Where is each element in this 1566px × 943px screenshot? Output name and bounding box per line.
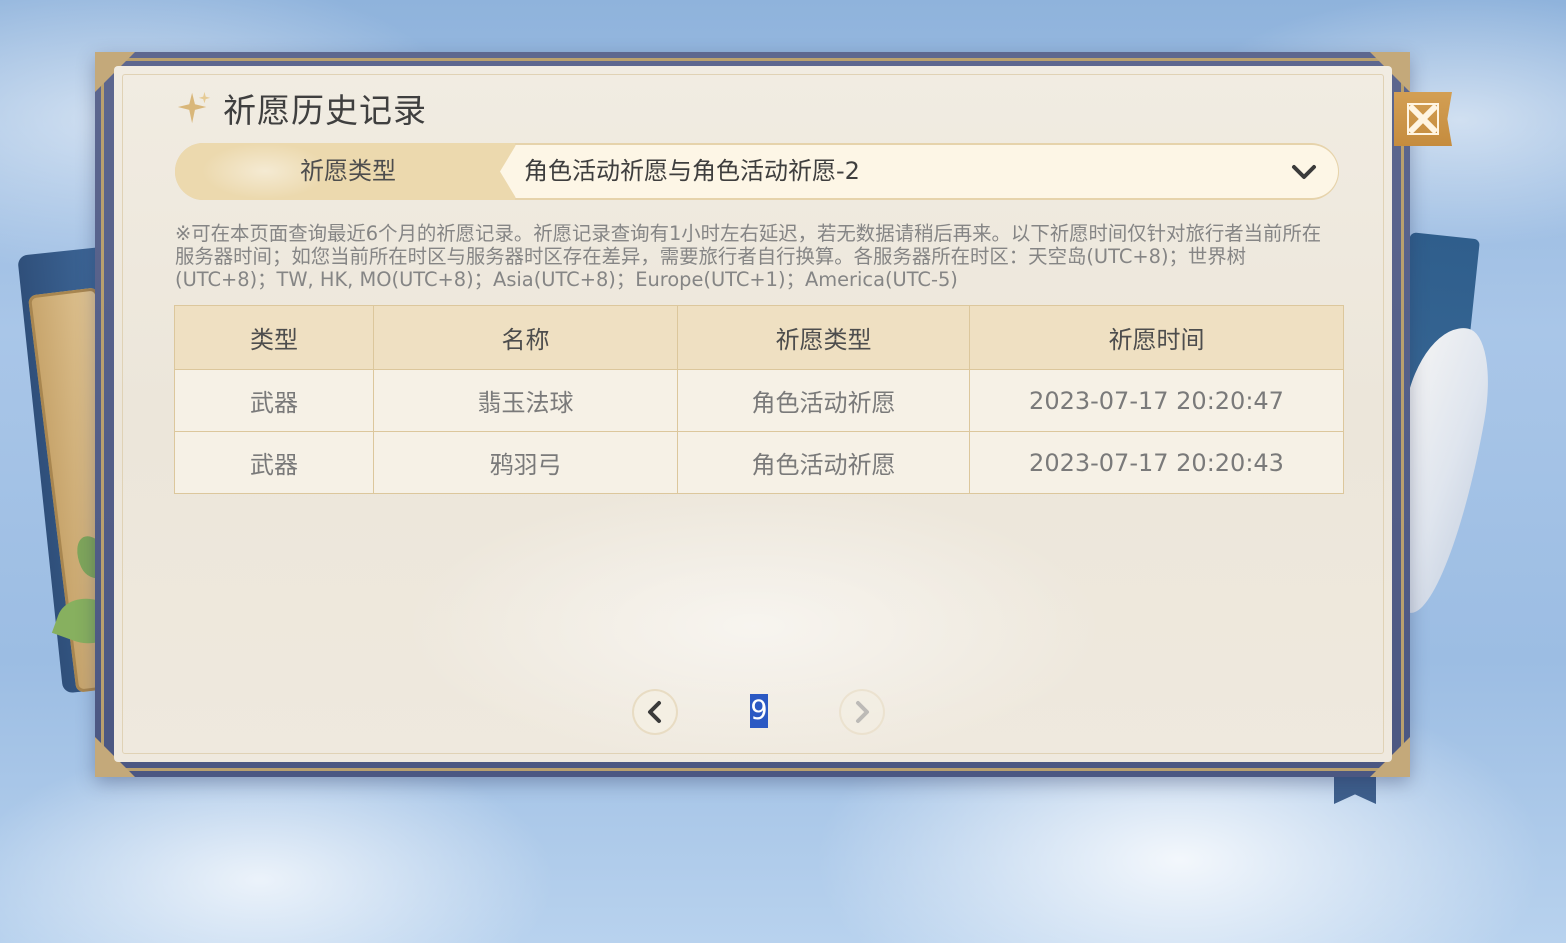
table-header-row: 类型 名称 祈愿类型 祈愿时间 [174, 305, 1344, 370]
dialog-header: 祈愿历史记录 [175, 85, 427, 130]
chevron-down-icon [1292, 165, 1316, 179]
current-page-number: 9 [750, 694, 768, 728]
cell-type: 武器 [174, 431, 374, 494]
cell-name: 翡玉法球 [373, 369, 678, 432]
chevron-left-icon [648, 701, 661, 723]
dropdown-selected-value: 角色活动祈愿与角色活动祈愿-2 [524, 157, 860, 185]
cell-name: 鸦羽弓 [373, 431, 678, 494]
sparkle-icon [177, 91, 211, 123]
close-icon [1407, 103, 1439, 135]
close-button[interactable] [1394, 92, 1452, 146]
column-header-name: 名称 [373, 305, 678, 370]
wish-type-dropdown[interactable]: 角色活动祈愿与角色活动祈愿-2 [500, 145, 1338, 198]
chevron-right-icon [856, 701, 869, 723]
cell-wish-type: 角色活动祈愿 [677, 431, 970, 494]
next-page-button[interactable] [841, 691, 883, 733]
cell-time: 2023-07-17 20:20:47 [969, 369, 1344, 432]
cell-type: 武器 [174, 369, 374, 432]
filter-label: 祈愿类型 [300, 157, 396, 185]
cell-time: 2023-07-17 20:20:43 [969, 431, 1344, 494]
cell-wish-type: 角色活动祈愿 [677, 369, 970, 432]
page-title: 祈愿历史记录 [223, 90, 427, 130]
table-row: 武器 鸦羽弓 角色活动祈愿 2023-07-17 20:20:43 [174, 431, 1344, 494]
table-row: 武器 翡玉法球 角色活动祈愿 2023-07-17 20:20:47 [174, 369, 1344, 432]
wish-history-table: 类型 名称 祈愿类型 祈愿时间 武器 翡玉法球 角色活动祈愿 2023-07-1… [174, 305, 1344, 494]
column-header-time: 祈愿时间 [969, 305, 1344, 370]
column-header-wish-type: 祈愿类型 [677, 305, 970, 370]
filter-label-box: 祈愿类型 [175, 143, 515, 200]
notice-text: ※可在本页面查询最近6个月的祈愿记录。祈愿记录查询有1小时左右延迟，若无数据请稍… [175, 222, 1322, 291]
column-header-type: 类型 [174, 305, 374, 370]
prev-page-button[interactable] [634, 691, 676, 733]
